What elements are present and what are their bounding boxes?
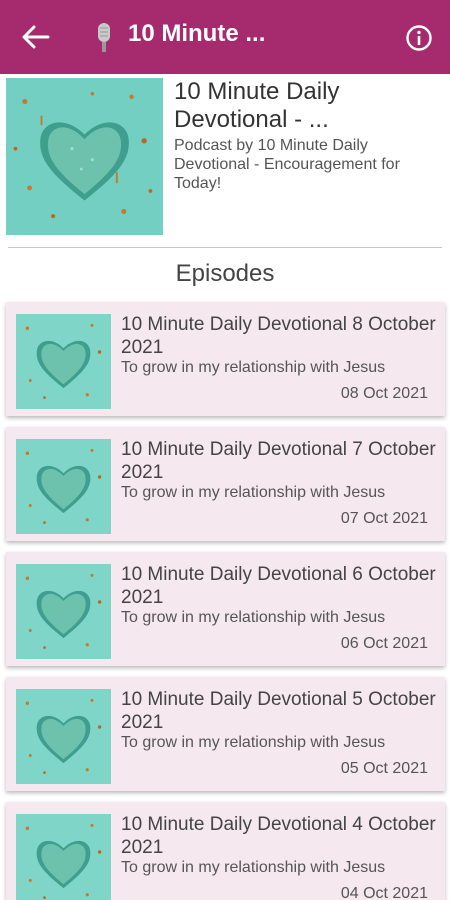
podcast-header: 10 Minute Daily Devotional - ... Podcast…: [0, 74, 450, 246]
episode-description: To grow in my relationship with Jesus: [121, 859, 386, 876]
divider: [8, 247, 442, 248]
episode-date: 08 Oct 2021: [340, 385, 428, 402]
episode-title: 10 Minute Daily Devotional 5 October 202…: [121, 689, 436, 733]
episode-date: 04 Oct 2021: [340, 885, 428, 900]
podcast-title: 10 Minute Daily Devotional - ...: [174, 78, 340, 133]
episode-card[interactable]: 10 Minute Daily Devotional 6 October 202…: [6, 552, 445, 666]
podcast-cover-image: [6, 78, 163, 235]
episode-thumbnail: [16, 439, 111, 534]
episode-date: 07 Oct 2021: [340, 510, 428, 527]
episode-date: 05 Oct 2021: [340, 760, 428, 777]
episode-card[interactable]: 10 Minute Daily Devotional 5 October 202…: [6, 677, 445, 791]
episode-title: 10 Minute Daily Devotional 4 October 202…: [121, 814, 436, 858]
app-bar-title: 10 Minute ...: [128, 20, 266, 47]
episode-thumbnail: [16, 314, 111, 409]
episode-thumbnail: [16, 689, 111, 784]
arrow-left-icon[interactable]: [18, 22, 52, 52]
episode-card[interactable]: 10 Minute Daily Devotional 7 October 202…: [6, 427, 445, 541]
episode-description: To grow in my relationship with Jesus: [121, 734, 386, 751]
episode-thumbnail: [16, 814, 111, 900]
episode-thumbnail: [16, 564, 111, 659]
microphone-icon: [98, 23, 110, 52]
episode-title: 10 Minute Daily Devotional 7 October 202…: [121, 439, 436, 483]
episode-title: 10 Minute Daily Devotional 8 October 202…: [121, 314, 436, 358]
episode-description: To grow in my relationship with Jesus: [121, 609, 386, 626]
episode-card[interactable]: 10 Minute Daily Devotional 4 October 202…: [6, 802, 445, 900]
info-circle-icon[interactable]: [405, 24, 433, 52]
episodes-heading: Episodes: [175, 260, 275, 287]
app-bar: 10 Minute ...: [0, 0, 450, 74]
podcast-subtitle: Podcast by 10 Minute Daily Devotional - …: [174, 137, 400, 192]
episode-description: To grow in my relationship with Jesus: [121, 359, 386, 376]
episode-card[interactable]: 10 Minute Daily Devotional 8 October 202…: [6, 302, 445, 416]
episode-date: 06 Oct 2021: [340, 635, 428, 652]
episode-title: 10 Minute Daily Devotional 6 October 202…: [121, 564, 436, 608]
episode-description: To grow in my relationship with Jesus: [121, 484, 386, 501]
